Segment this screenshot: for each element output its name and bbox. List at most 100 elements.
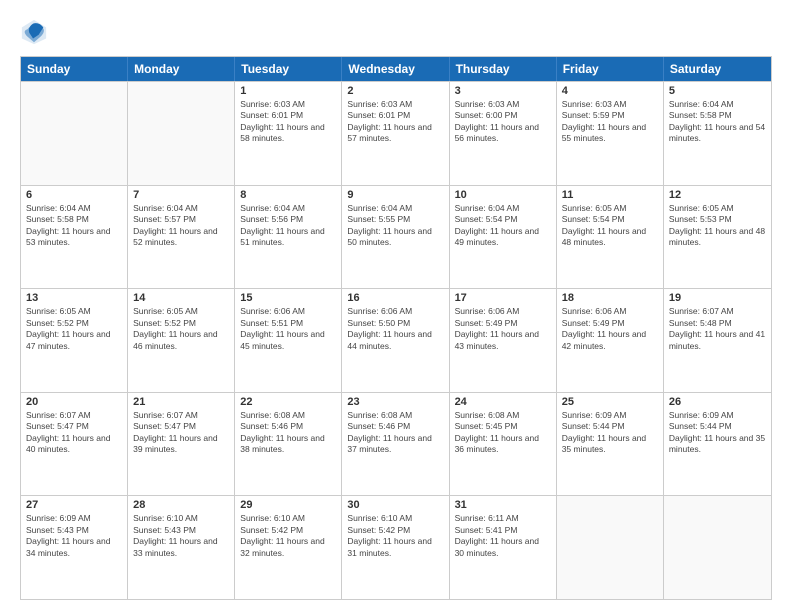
page: SundayMondayTuesdayWednesdayThursdayFrid… bbox=[0, 0, 792, 612]
daylight-text: Daylight: 11 hours and 35 minutes. bbox=[669, 433, 766, 456]
calendar-header: SundayMondayTuesdayWednesdayThursdayFrid… bbox=[21, 57, 771, 81]
daylight-text: Daylight: 11 hours and 30 minutes. bbox=[455, 536, 551, 559]
day-cell-23: 23Sunrise: 6:08 AMSunset: 5:46 PMDayligh… bbox=[342, 393, 449, 496]
day-cell-12: 12Sunrise: 6:05 AMSunset: 5:53 PMDayligh… bbox=[664, 186, 771, 289]
daylight-text: Daylight: 11 hours and 55 minutes. bbox=[562, 122, 658, 145]
day-number: 23 bbox=[347, 396, 443, 408]
day-cell-5: 5Sunrise: 6:04 AMSunset: 5:58 PMDaylight… bbox=[664, 82, 771, 185]
daylight-text: Daylight: 11 hours and 48 minutes. bbox=[669, 226, 766, 249]
sunset-text: Sunset: 5:46 PM bbox=[347, 421, 443, 432]
sunset-text: Sunset: 5:59 PM bbox=[562, 110, 658, 121]
sunset-text: Sunset: 6:00 PM bbox=[455, 110, 551, 121]
day-number: 30 bbox=[347, 499, 443, 511]
day-cell-31: 31Sunrise: 6:11 AMSunset: 5:41 PMDayligh… bbox=[450, 496, 557, 599]
sunrise-text: Sunrise: 6:06 AM bbox=[455, 306, 551, 317]
day-cell-6: 6Sunrise: 6:04 AMSunset: 5:58 PMDaylight… bbox=[21, 186, 128, 289]
sunset-text: Sunset: 5:48 PM bbox=[669, 318, 766, 329]
daylight-text: Daylight: 11 hours and 49 minutes. bbox=[455, 226, 551, 249]
sunset-text: Sunset: 6:01 PM bbox=[347, 110, 443, 121]
daylight-text: Daylight: 11 hours and 40 minutes. bbox=[26, 433, 122, 456]
empty-cell bbox=[664, 496, 771, 599]
day-number: 25 bbox=[562, 396, 658, 408]
day-cell-4: 4 Sunrise: 6:03 AMSunset: 5:59 PMDaylight… bbox=[557, 82, 664, 185]
day-number: 16 bbox=[347, 292, 443, 304]
logo bbox=[20, 18, 52, 46]
week-row-5: 27Sunrise: 6:09 AMSunset: 5:43 PMDayligh… bbox=[21, 495, 771, 599]
day-number: 9 bbox=[347, 189, 443, 201]
daylight-text: Daylight: 11 hours and 51 minutes. bbox=[240, 226, 336, 249]
sunrise-text: Sunrise: 6:04 AM bbox=[26, 203, 122, 214]
daylight-text: Daylight: 11 hours and 50 minutes. bbox=[347, 226, 443, 249]
day-cell-3: 3Sunrise: 6:03 AMSunset: 6:00 PMDaylight… bbox=[450, 82, 557, 185]
day-number: 3 bbox=[455, 85, 551, 97]
sunset-text: Sunset: 5:57 PM bbox=[133, 214, 229, 225]
sunrise-text: Sunrise: 6:09 AM bbox=[669, 410, 766, 421]
sunset-text: Sunset: 5:43 PM bbox=[133, 525, 229, 536]
day-number: 28 bbox=[133, 499, 229, 511]
sunset-text: Sunset: 5:56 PM bbox=[240, 214, 336, 225]
day-cell-30: 30Sunrise: 6:10 AMSunset: 5:42 PMDayligh… bbox=[342, 496, 449, 599]
sunrise-text: Sunrise: 6:07 AM bbox=[133, 410, 229, 421]
header-day-wednesday: Wednesday bbox=[342, 57, 449, 81]
empty-cell bbox=[557, 496, 664, 599]
daylight-text: Daylight: 11 hours and 57 minutes. bbox=[347, 122, 443, 145]
day-number: 4 bbox=[562, 85, 658, 97]
sunrise-text: Sunrise: 6:04 AM bbox=[455, 203, 551, 214]
week-row-4: 20Sunrise: 6:07 AMSunset: 5:47 PMDayligh… bbox=[21, 392, 771, 496]
daylight-text: Daylight: 11 hours and 41 minutes. bbox=[669, 329, 766, 352]
daylight-text: Daylight: 11 hours and 52 minutes. bbox=[133, 226, 229, 249]
day-number: 15 bbox=[240, 292, 336, 304]
sunset-text: Sunset: 5:42 PM bbox=[347, 525, 443, 536]
sunrise-text: Sunrise: 6:04 AM bbox=[133, 203, 229, 214]
day-number: 17 bbox=[455, 292, 551, 304]
week-row-3: 13Sunrise: 6:05 AMSunset: 5:52 PMDayligh… bbox=[21, 288, 771, 392]
sunrise-text: Sunrise: 6:10 AM bbox=[240, 513, 336, 524]
sunrise-text: Sunrise: 6:07 AM bbox=[669, 306, 766, 317]
sunset-text: Sunset: 5:58 PM bbox=[26, 214, 122, 225]
sunrise-text: Sunrise: 6:04 AM bbox=[669, 99, 766, 110]
day-cell-11: 11Sunrise: 6:05 AMSunset: 5:54 PMDayligh… bbox=[557, 186, 664, 289]
daylight-text: Daylight: 11 hours and 38 minutes. bbox=[240, 433, 336, 456]
sunset-text: Sunset: 5:49 PM bbox=[562, 318, 658, 329]
sunrise-text: Sunrise: 6:03 AM bbox=[455, 99, 551, 110]
day-number: 24 bbox=[455, 396, 551, 408]
sunset-text: Sunset: 5:43 PM bbox=[26, 525, 122, 536]
sunrise-text: Sunrise: 6:05 AM bbox=[562, 203, 658, 214]
day-cell-18: 18Sunrise: 6:06 AMSunset: 5:49 PMDayligh… bbox=[557, 289, 664, 392]
day-number: 10 bbox=[455, 189, 551, 201]
header-day-friday: Friday bbox=[557, 57, 664, 81]
sunset-text: Sunset: 5:53 PM bbox=[669, 214, 766, 225]
week-row-1: 1Sunrise: 6:03 AMSunset: 6:01 PMDaylight… bbox=[21, 81, 771, 185]
sunrise-text: Sunrise: 6:05 AM bbox=[26, 306, 122, 317]
day-cell-16: 16Sunrise: 6:06 AMSunset: 5:50 PMDayligh… bbox=[342, 289, 449, 392]
day-number: 21 bbox=[133, 396, 229, 408]
daylight-text: Daylight: 11 hours and 54 minutes. bbox=[669, 122, 766, 145]
sunrise-text: Sunrise: 6:05 AM bbox=[133, 306, 229, 317]
day-cell-27: 27Sunrise: 6:09 AMSunset: 5:43 PMDayligh… bbox=[21, 496, 128, 599]
day-number: 11 bbox=[562, 189, 658, 201]
day-number: 19 bbox=[669, 292, 766, 304]
daylight-text: Daylight: 11 hours and 58 minutes. bbox=[240, 122, 336, 145]
sunrise-text: Sunrise: 6:05 AM bbox=[669, 203, 766, 214]
day-number: 1 bbox=[240, 85, 336, 97]
day-cell-1: 1Sunrise: 6:03 AMSunset: 6:01 PMDaylight… bbox=[235, 82, 342, 185]
header-day-thursday: Thursday bbox=[450, 57, 557, 81]
sunset-text: Sunset: 5:44 PM bbox=[562, 421, 658, 432]
sunrise-text: Sunrise: 6:03 AM bbox=[562, 99, 658, 110]
sunset-text: Sunset: 5:42 PM bbox=[240, 525, 336, 536]
sunset-text: Sunset: 5:55 PM bbox=[347, 214, 443, 225]
sunrise-text: Sunrise: 6:03 AM bbox=[347, 99, 443, 110]
day-number: 31 bbox=[455, 499, 551, 511]
day-cell-13: 13Sunrise: 6:05 AMSunset: 5:52 PMDayligh… bbox=[21, 289, 128, 392]
day-number: 6 bbox=[26, 189, 122, 201]
empty-cell bbox=[21, 82, 128, 185]
day-cell-26: 26Sunrise: 6:09 AMSunset: 5:44 PMDayligh… bbox=[664, 393, 771, 496]
sunrise-text: Sunrise: 6:06 AM bbox=[562, 306, 658, 317]
sunrise-text: Sunrise: 6:06 AM bbox=[240, 306, 336, 317]
header bbox=[20, 18, 772, 46]
sunrise-text: Sunrise: 6:10 AM bbox=[133, 513, 229, 524]
daylight-text: Daylight: 11 hours and 45 minutes. bbox=[240, 329, 336, 352]
day-cell-9: 9Sunrise: 6:04 AMSunset: 5:55 PMDaylight… bbox=[342, 186, 449, 289]
daylight-text: Daylight: 11 hours and 34 minutes. bbox=[26, 536, 122, 559]
header-day-sunday: Sunday bbox=[21, 57, 128, 81]
